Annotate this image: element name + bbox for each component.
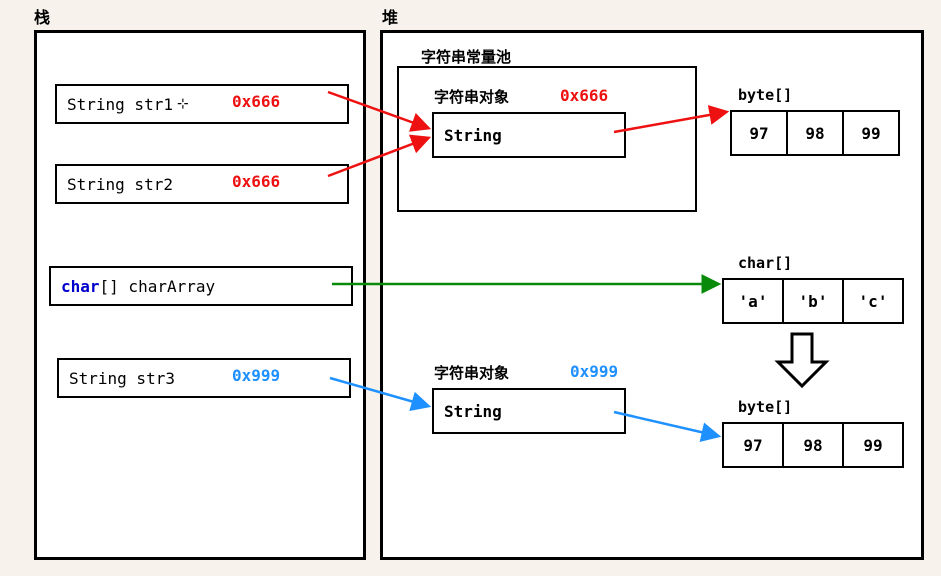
byte1-cell-2: 99	[842, 110, 900, 156]
new-string-object: String	[432, 388, 626, 434]
diagram-canvas: 栈 堆 String str1 ⊹ 0x666 String str2 0x66…	[0, 0, 941, 576]
byte-array-2: 97 98 99	[722, 422, 904, 468]
pool-string-value: String	[444, 126, 502, 145]
byte2-cell-2: 99	[842, 422, 904, 468]
addr-str3: 0x999	[232, 366, 280, 385]
char-array: 'a' 'b' 'c'	[722, 278, 904, 324]
pool-string-object: String	[432, 112, 626, 158]
byte1-cell-1: 98	[786, 110, 844, 156]
var-str3-decl: String str3	[69, 369, 175, 388]
byte-array-2-label: byte[]	[738, 398, 792, 416]
var-str2-decl: String str2	[67, 175, 173, 194]
new-string-value: String	[444, 402, 502, 421]
new-obj-addr: 0x999	[570, 362, 618, 381]
pool-obj-label: 字符串对象	[434, 86, 509, 107]
var-str3: String str3	[57, 358, 351, 398]
char-cell-1: 'b'	[782, 278, 844, 324]
var-str2: String str2	[55, 164, 349, 204]
stack-heading: 栈	[34, 4, 50, 28]
keyword-char: char	[61, 277, 100, 296]
new-obj-label: 字符串对象	[434, 362, 509, 383]
byte-array-1: 97 98 99	[730, 110, 900, 156]
string-pool-label: 字符串常量池	[421, 46, 511, 67]
char-cell-0: 'a'	[722, 278, 784, 324]
var-str1: String str1 ⊹	[55, 84, 349, 124]
byte-array-1-label: byte[]	[738, 86, 792, 104]
byte1-cell-0: 97	[730, 110, 788, 156]
heap-heading: 堆	[382, 4, 398, 28]
var-charArray: char[] charArray	[49, 266, 353, 306]
char-array-label: char[]	[738, 254, 792, 272]
char-cell-2: 'c'	[842, 278, 904, 324]
addr-str1: 0x666	[232, 92, 280, 111]
pool-obj-addr: 0x666	[560, 86, 608, 105]
var-charArray-rest: [] charArray	[100, 277, 216, 296]
addr-str2: 0x666	[232, 172, 280, 191]
byte2-cell-1: 98	[782, 422, 844, 468]
var-str1-decl: String str1	[67, 95, 173, 114]
byte2-cell-0: 97	[722, 422, 784, 468]
text-cursor-icon: ⊹	[177, 96, 189, 112]
